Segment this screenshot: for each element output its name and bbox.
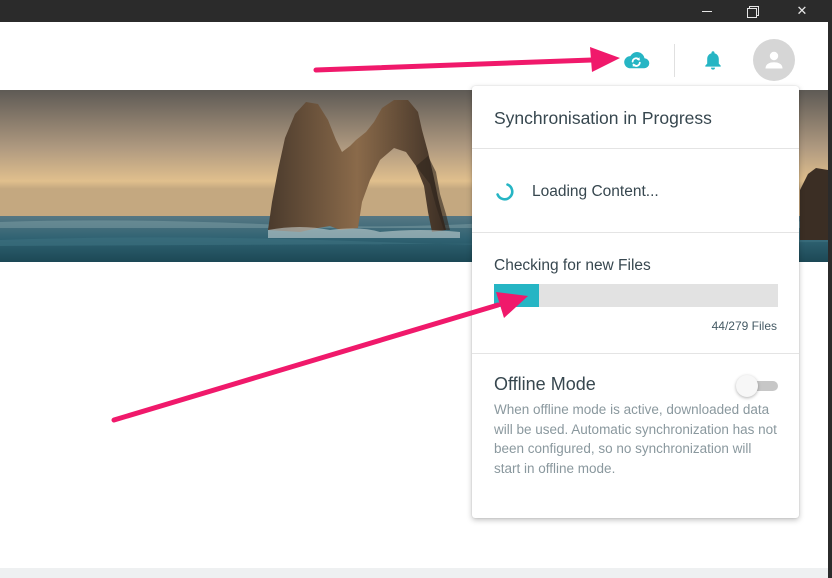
annotation-arrows xyxy=(111,47,620,423)
annotation-arrow xyxy=(313,47,620,73)
annotation-arrow xyxy=(111,292,528,423)
